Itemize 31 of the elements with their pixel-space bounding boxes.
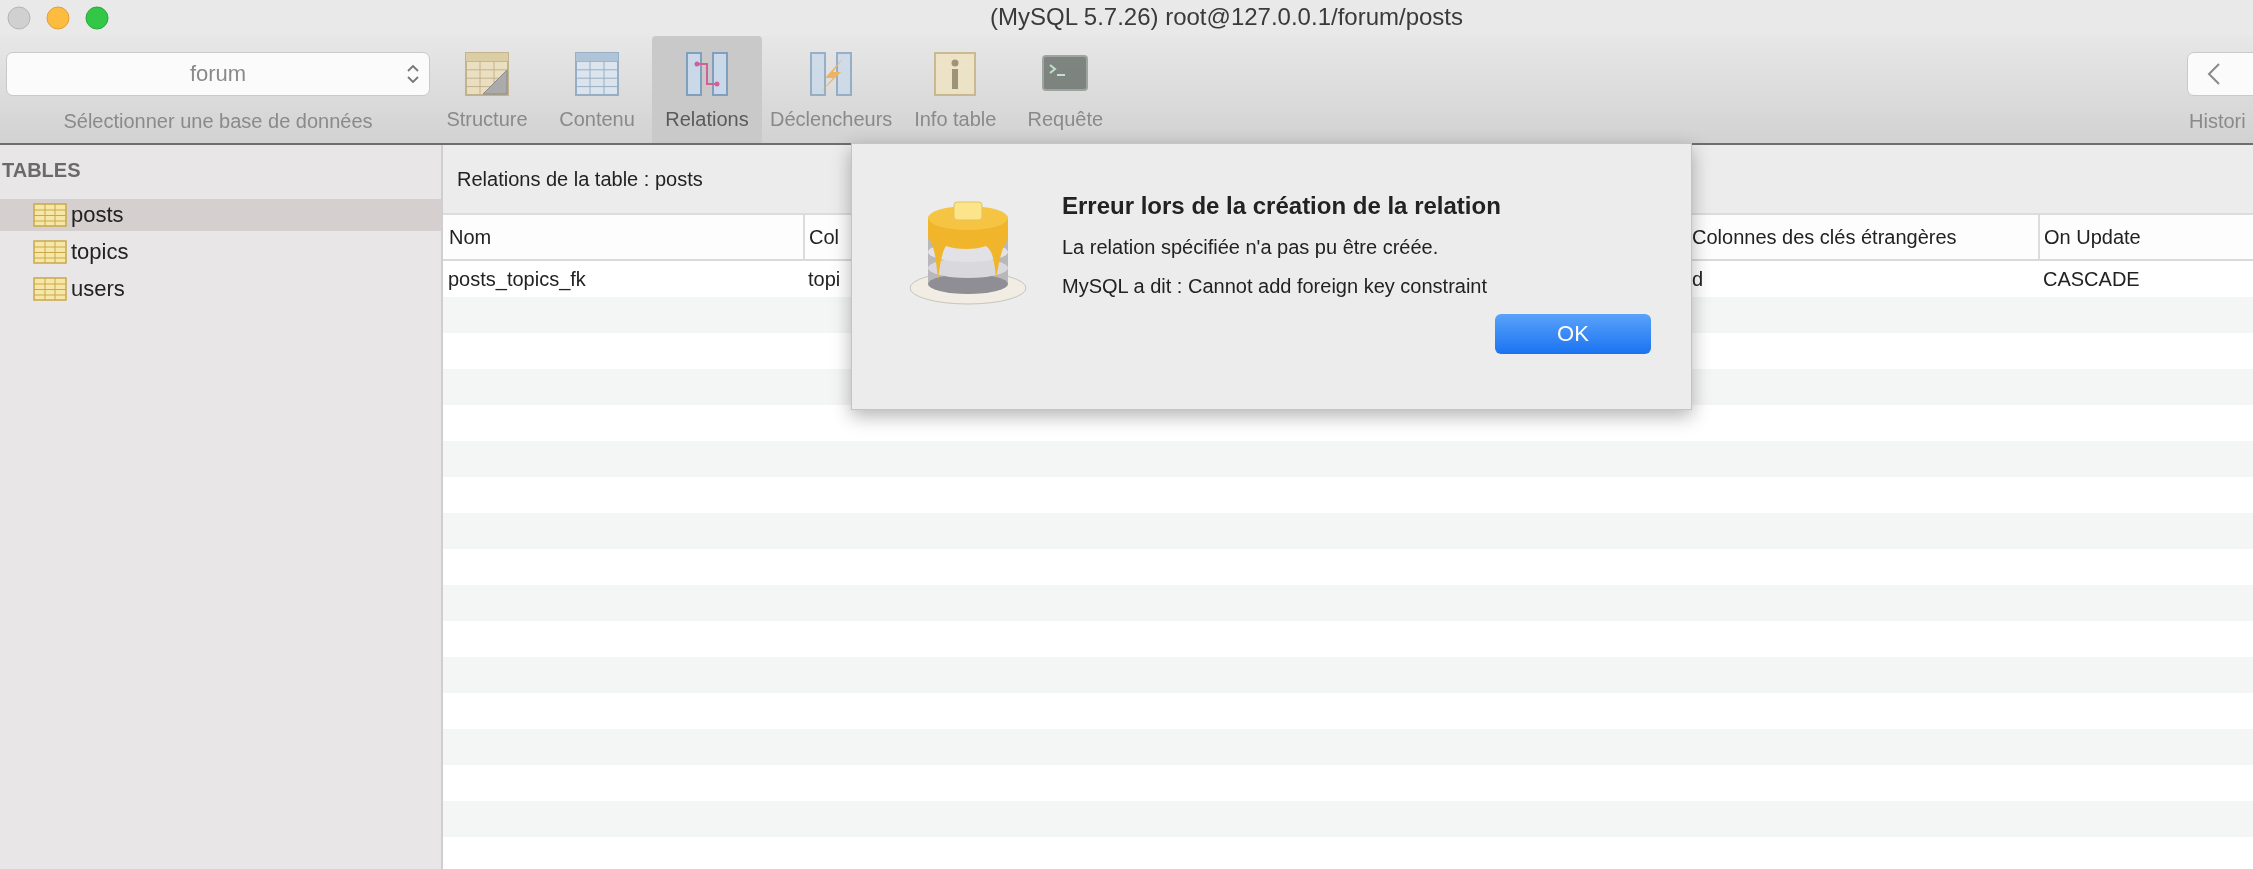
zoom-button-icon — [85, 6, 109, 30]
toolbar-button[interactable]: Relations — [652, 36, 762, 143]
sidebar-item[interactable]: topics — [0, 236, 441, 268]
linked-columns-icon — [683, 50, 731, 98]
updown-chevron-icon — [405, 62, 421, 86]
column-header[interactable]: On Update — [2038, 215, 2253, 261]
ok-button[interactable]: OK — [1495, 314, 1651, 354]
table-icon — [573, 50, 621, 98]
history-label: Histori — [2188, 110, 2247, 133]
table-icon — [33, 203, 67, 227]
toolbar-button[interactable]: Contenu — [542, 36, 652, 143]
select-label: Sélectionner une base de données — [63, 110, 373, 133]
minimize-button-icon — [46, 6, 70, 30]
back-button[interactable] — [2187, 52, 2253, 96]
table-ruler-icon — [463, 50, 511, 98]
dialog-title: Erreur lors de la création de la relation — [1062, 192, 1502, 220]
toolbar-button[interactable]: Structure — [432, 36, 542, 143]
toolbar-button[interactable]: Requête — [1010, 36, 1121, 143]
window-title: (MySQL 5.7.26) root@127.0.0.1/forum/posts — [990, 3, 1464, 31]
panel-title: Relations de la table : posts — [457, 167, 703, 191]
close-button-icon — [7, 6, 31, 30]
sidebar-item[interactable]: posts — [0, 199, 441, 231]
sidebar-header: TABLES — [2, 159, 82, 183]
database-select[interactable]: forum — [6, 52, 430, 96]
toolbar-button[interactable]: Déclencheurs — [762, 36, 901, 143]
dialog-message: MySQL a dit : Cannot add foreign key constraint — [1062, 275, 1489, 298]
toolbar-button[interactable]: Info table — [900, 36, 1011, 143]
table-icon — [33, 240, 67, 264]
dialog-message: La relation spécifiée n'a pas pu être créée. — [1062, 236, 1440, 259]
sidebar-item[interactable]: users — [0, 273, 441, 305]
table-icon — [33, 277, 67, 301]
